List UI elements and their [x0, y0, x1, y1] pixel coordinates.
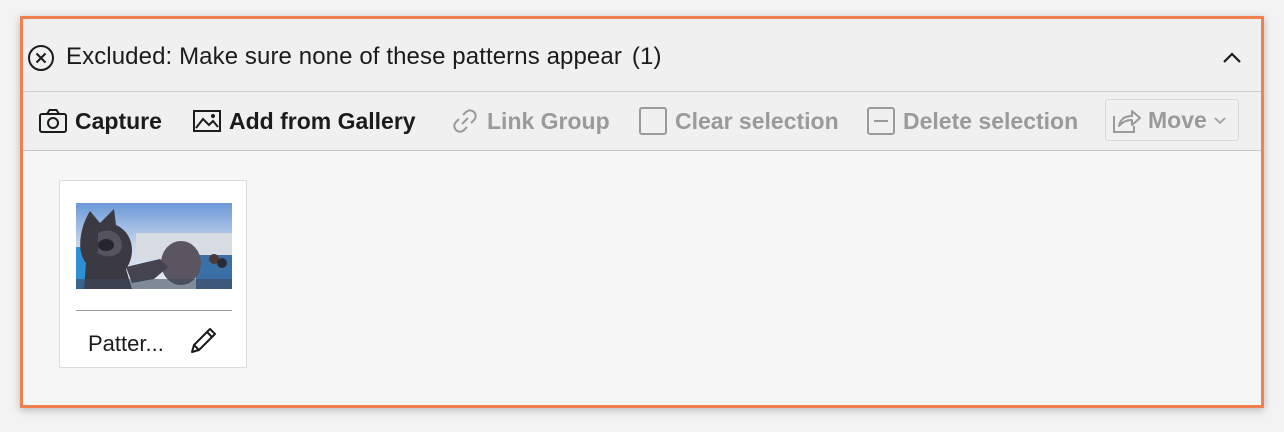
- patterns-area: Patter...: [23, 151, 1261, 405]
- capture-button[interactable]: Capture: [37, 102, 162, 140]
- panel-title-text: Excluded: Make sure none of these patter…: [66, 43, 622, 70]
- checkbox-icon: [639, 107, 667, 135]
- clear-selection-button[interactable]: Clear selection: [637, 102, 839, 140]
- clear-selection-label: Clear selection: [675, 107, 839, 134]
- mascot-photo: [76, 203, 232, 289]
- delete-selection-label: Delete selection: [903, 107, 1079, 134]
- capture-label: Capture: [75, 107, 162, 134]
- camera-icon: [39, 109, 67, 133]
- panel-title: Excluded: Make sure none of these patter…: [66, 43, 662, 71]
- link-group-label: Link Group: [487, 107, 610, 134]
- pencil-icon[interactable]: [186, 324, 220, 358]
- add-from-gallery-button[interactable]: Add from Gallery: [191, 102, 416, 140]
- toolbar: Capture Add from Gallery Link Group Clea…: [23, 92, 1261, 151]
- panel-header[interactable]: Excluded: Make sure none of these patter…: [23, 19, 1261, 92]
- link-icon: [453, 109, 477, 133]
- pattern-name: Patter...: [88, 331, 164, 356]
- link-group-button[interactable]: Link Group: [449, 102, 610, 140]
- minus-box-icon: [867, 107, 895, 135]
- chevron-down-icon: [1214, 117, 1226, 125]
- circle-x-icon: [28, 45, 54, 71]
- pattern-card[interactable]: Patter...: [59, 180, 247, 368]
- card-divider: [76, 310, 232, 311]
- add-from-gallery-label: Add from Gallery: [229, 107, 416, 134]
- pattern-count: (1): [631, 43, 662, 70]
- move-label: Move: [1148, 106, 1207, 133]
- move-button[interactable]: Move: [1105, 99, 1239, 141]
- excluded-patterns-panel: Excluded: Make sure none of these patter…: [20, 16, 1264, 408]
- image-icon: [193, 110, 221, 132]
- share-arrow-icon: [1113, 110, 1141, 133]
- pattern-thumbnail[interactable]: [76, 203, 232, 289]
- delete-selection-button[interactable]: Delete selection: [865, 102, 1078, 140]
- chevron-up-icon[interactable]: [1221, 47, 1243, 69]
